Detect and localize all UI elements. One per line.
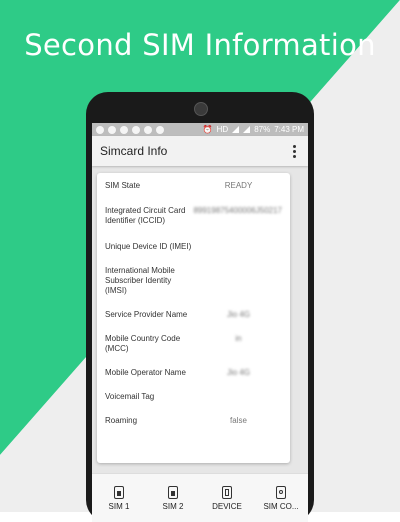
signal-icon-2 [243, 126, 251, 133]
network-type: HD [216, 125, 229, 134]
info-value: READY [224, 181, 253, 190]
contacts-icon [276, 485, 286, 499]
app-icon [108, 125, 116, 134]
nav-sim-contacts[interactable]: SIM CO... [254, 474, 308, 522]
info-label: SIM State [105, 181, 141, 190]
info-value: false [230, 416, 247, 425]
device-icon [222, 485, 232, 499]
info-label: Roaming [105, 416, 138, 425]
info-label: Unique Device ID (IMEI) [105, 242, 192, 251]
nav-sim1[interactable]: SIM 1 [92, 474, 146, 522]
info-row-service-provider: Service Provider Name Jio 4G [105, 310, 282, 320]
system-icons: ⏰ HD 87% 7:43 PM [203, 125, 304, 134]
info-label: Service Provider Name [105, 310, 188, 319]
nav-device[interactable]: DEVICE [200, 474, 254, 522]
info-label: Mobile Operator Name [105, 368, 186, 377]
youtube-icon [144, 125, 152, 134]
info-label: Mobile Country Code (MCC) [105, 334, 181, 353]
nav-label: SIM 2 [162, 501, 184, 511]
nav-label: SIM CO... [263, 501, 299, 511]
info-row-imsi: International Mobile Subscriber Identity… [105, 266, 282, 296]
info-row-imei: Unique Device ID (IMEI) [105, 242, 282, 252]
battery-level: 87% [254, 125, 271, 134]
info-row-mcc: Mobile Country Code (MCC) in [105, 334, 282, 354]
info-value: 89919875400006J50217 [193, 206, 282, 215]
camera-icon [194, 102, 208, 116]
info-value [195, 242, 282, 252]
info-value: Jio 4G [226, 368, 251, 377]
instagram-icon [156, 125, 164, 134]
info-value [195, 266, 282, 296]
info-row-sim-state: SIM State READY [105, 181, 282, 191]
info-row-roaming: Roaming false [105, 416, 282, 426]
sim-icon [168, 485, 178, 499]
status-time: 7:43 PM [274, 125, 304, 134]
info-label: Voicemail Tag [105, 392, 155, 401]
phone-screen: ⏰ HD 87% 7:43 PM Simcard Info SIM State … [92, 123, 308, 522]
app-bar: Simcard Info [92, 136, 308, 166]
bottom-navigation: SIM 1 SIM 2 DEVICE SIM CO... [92, 473, 308, 522]
app-title: Simcard Info [100, 144, 168, 158]
info-value [195, 392, 282, 402]
info-row-voicemail: Voicemail Tag [105, 392, 282, 402]
twitter-icon [132, 125, 140, 134]
status-bar: ⏰ HD 87% 7:43 PM [92, 123, 308, 136]
pinterest-icon [96, 125, 104, 134]
info-label: Integrated Circuit Card Identifier (ICCI… [105, 206, 186, 225]
info-value: Jio 4G [226, 310, 251, 319]
notification-icons [96, 125, 203, 134]
info-label: International Mobile Subscriber Identity… [105, 266, 175, 295]
overflow-menu-icon[interactable] [289, 143, 300, 160]
nav-label: DEVICE [212, 501, 242, 511]
nav-label: SIM 1 [108, 501, 130, 511]
signal-icon [232, 126, 240, 133]
nav-sim2[interactable]: SIM 2 [146, 474, 200, 522]
phone-frame: ⏰ HD 87% 7:43 PM Simcard Info SIM State … [86, 92, 314, 522]
info-row-operator-name: Mobile Operator Name Jio 4G [105, 368, 282, 378]
image-icon [120, 125, 128, 134]
promo-headline: Second SIM Information [24, 28, 376, 62]
alarm-icon: ⏰ [202, 125, 213, 134]
sim-icon [114, 485, 124, 499]
sim-info-card: SIM State READY Integrated Circuit Card … [97, 173, 290, 463]
info-value: in [235, 334, 242, 343]
info-row-iccid: Integrated Circuit Card Identifier (ICCI… [105, 206, 282, 226]
